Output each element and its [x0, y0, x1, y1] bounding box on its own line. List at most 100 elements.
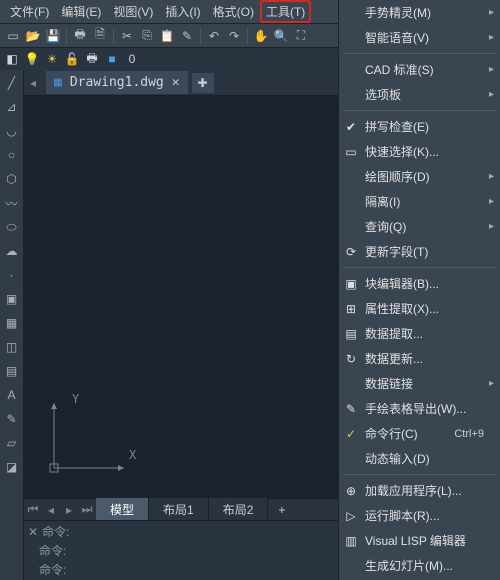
layout-tab-model[interactable]: 模型	[96, 498, 149, 521]
menu-format[interactable]: 格式(O)	[207, 0, 260, 23]
menu-item-label: CAD 标准(S)	[365, 61, 434, 78]
table-icon[interactable]: ▤	[3, 362, 21, 380]
tools-menu-item-7[interactable]: ▭快速选择(K)...	[339, 139, 500, 164]
menu-item-label: 数据提取...	[365, 325, 423, 342]
tools-menu-item-23[interactable]: ▷运行脚本(R)...	[339, 503, 500, 528]
bulb-icon[interactable]: 💡	[24, 51, 40, 67]
print-icon[interactable]: 🖶	[71, 27, 89, 45]
cmd-close-icon[interactable]: ✕	[28, 525, 38, 539]
tools-menu-item-4[interactable]: 选项板▸	[339, 82, 500, 107]
submenu-arrow-icon: ▸	[489, 32, 494, 43]
tools-menu-item-14[interactable]: ⊞属性提取(X)...	[339, 296, 500, 321]
region-icon[interactable]: ◫	[3, 338, 21, 356]
tools-menu-item-9[interactable]: 隔离(I)▸	[339, 189, 500, 214]
zoom-extents-icon[interactable]: ⛶	[292, 27, 310, 45]
revcloud-icon[interactable]: ☁	[3, 242, 21, 260]
tools-menu-item-3[interactable]: CAD 标准(S)▸	[339, 57, 500, 82]
mage-icon[interactable]: ▱	[3, 434, 21, 452]
redo-icon[interactable]: ↷	[225, 27, 243, 45]
layout-last-icon[interactable]: ⏭	[78, 502, 96, 517]
text-icon[interactable]: A	[3, 386, 21, 404]
line-icon[interactable]: ╱	[3, 74, 21, 92]
ellipse-icon[interactable]: ⬭	[3, 218, 21, 236]
tab-close-icon[interactable]: ✕	[172, 75, 180, 90]
document-tab-title: Drawing1.dwg	[70, 75, 164, 90]
polygon-icon[interactable]: ⬡	[3, 170, 21, 188]
match-icon[interactable]: ✎	[178, 27, 196, 45]
zoom-icon[interactable]: 🔍	[272, 27, 290, 45]
pan-icon[interactable]: ✋	[252, 27, 270, 45]
wipeout-icon[interactable]: ◪	[3, 458, 21, 476]
tools-menu-item-20[interactable]: 动态输入(D)	[339, 446, 500, 471]
lock-icon[interactable]: 🔓	[64, 51, 80, 67]
tools-menu-item-6[interactable]: ✔拼写检查(E)	[339, 114, 500, 139]
tools-menu-item-11[interactable]: ⟳更新字段(T)	[339, 239, 500, 264]
tools-menu-dropdown: 手势精灵(M)▸智能语音(V)▸CAD 标准(S)▸选项板▸✔拼写检查(E)▭快…	[338, 0, 500, 580]
save-icon[interactable]: 💾	[44, 27, 62, 45]
tools-menu-item-24[interactable]: ▥Visual LISP 编辑器	[339, 528, 500, 553]
hatch-icon[interactable]: ▦	[3, 314, 21, 332]
layout-next-icon[interactable]: ▸	[60, 503, 78, 517]
menu-file[interactable]: 文件(F)	[4, 0, 55, 23]
tools-menu-item-16[interactable]: ↻数据更新...	[339, 346, 500, 371]
field-icon: ⟳	[343, 244, 359, 260]
menu-item-label: 查询(Q)	[365, 218, 406, 235]
left-toolbar: ╱ ⊿ ◡ ○ ⬡ 〰 ⬭ ☁ ∙ ▣ ▦ ◫ ▤ A ✎ ▱ ◪	[0, 70, 24, 580]
menu-tools[interactable]: 工具(T)	[260, 0, 311, 23]
tools-menu-item-18[interactable]: ✎手绘表格导出(W)...	[339, 396, 500, 421]
menu-separator	[343, 474, 496, 475]
submenu-arrow-icon: ▸	[489, 196, 494, 207]
dwg-icon: ▦	[54, 75, 62, 90]
layout-tab-2[interactable]: 布局2	[209, 498, 269, 521]
color-icon[interactable]: ■	[104, 51, 120, 67]
new-icon[interactable]: ▭	[4, 27, 22, 45]
circle-icon[interactable]: ○	[3, 146, 21, 164]
tools-menu-item-25[interactable]: 生成幻灯片(M)...	[339, 553, 500, 578]
cut-icon[interactable]: ✂	[118, 27, 136, 45]
document-tab[interactable]: ▦ Drawing1.dwg ✕	[46, 71, 188, 94]
layout-first-icon[interactable]: ⏮	[24, 502, 42, 517]
sun-icon[interactable]: ☀	[44, 51, 60, 67]
tools-menu-item-8[interactable]: 绘图顺序(D)▸	[339, 164, 500, 189]
ucs-y-label: Y	[72, 392, 79, 406]
open-icon[interactable]: 📂	[24, 27, 42, 45]
block-icon[interactable]: ▣	[3, 290, 21, 308]
menu-edit[interactable]: 编辑(E)	[55, 0, 107, 23]
tools-menu-item-22[interactable]: ⊕加载应用程序(L)...	[339, 478, 500, 503]
tabs-prev-icon[interactable]: ◂	[30, 76, 42, 90]
checkmark-icon: ✓	[343, 426, 359, 442]
menu-item-label: 加载应用程序(L)...	[365, 482, 462, 499]
undo-icon[interactable]: ↶	[205, 27, 223, 45]
menu-insert[interactable]: 插入(I)	[159, 0, 206, 23]
submenu-arrow-icon: ▸	[489, 171, 494, 182]
print-preview-icon[interactable]: 🗎	[91, 27, 109, 45]
data-icon: ▤	[343, 326, 359, 342]
arc-icon[interactable]: ◡	[3, 122, 21, 140]
block-icon: ▣	[343, 276, 359, 292]
tools-menu-item-15[interactable]: ▤ 数据提取...	[339, 321, 500, 346]
tools-menu-item-10[interactable]: 查询(Q)▸	[339, 214, 500, 239]
tools-menu-item-13[interactable]: ▣块编辑器(B)...	[339, 271, 500, 296]
layer-0-icon[interactable]: 0	[124, 51, 140, 67]
lisp-icon: ▥	[343, 533, 359, 549]
tools-menu-item-17[interactable]: 数据链接▸	[339, 371, 500, 396]
paste-icon[interactable]: 📋	[158, 27, 176, 45]
point-icon[interactable]: ∙	[3, 266, 21, 284]
menu-view[interactable]: 视图(V)	[107, 0, 159, 23]
layout-add-button[interactable]: +	[268, 500, 295, 520]
layout-tab-1[interactable]: 布局1	[149, 498, 209, 521]
new-tab-button[interactable]: ✚	[192, 73, 214, 93]
spline-icon[interactable]: 〰	[3, 194, 21, 212]
menu-separator	[343, 53, 496, 54]
copy-icon[interactable]: ⎘	[138, 27, 156, 45]
tools-menu-item-1[interactable]: 智能语音(V)▸	[339, 25, 500, 50]
mtext-icon[interactable]: ✎	[3, 410, 21, 428]
tools-menu-item-0[interactable]: 手势精灵(M)▸	[339, 0, 500, 25]
menu-item-label: 生成幻灯片(M)...	[365, 557, 453, 574]
refresh-icon: ↻	[343, 351, 359, 367]
tools-menu-item-19[interactable]: ✓命令行(C)Ctrl+9	[339, 421, 500, 446]
layout-prev-icon[interactable]: ◂	[42, 503, 60, 517]
polyline-icon[interactable]: ⊿	[3, 98, 21, 116]
print-layer-icon[interactable]: 🖶	[84, 51, 100, 67]
layer-icon[interactable]: ◧	[4, 51, 20, 67]
